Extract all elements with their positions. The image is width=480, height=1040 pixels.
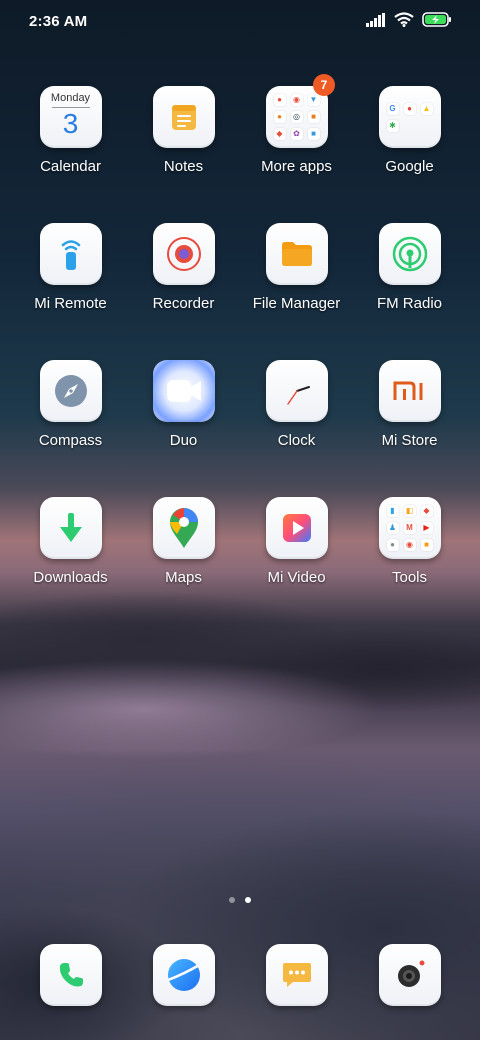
mini-app-icon: ■ [420, 539, 433, 551]
app-label: Mi Store [381, 432, 438, 449]
status-icons [366, 12, 452, 27]
empty-slot [421, 120, 433, 132]
dock-phone[interactable] [14, 944, 127, 1006]
video-play-icon [265, 497, 328, 559]
notes-icon [152, 86, 215, 148]
app-calendar[interactable]: Monday 3 Calendar [14, 86, 127, 175]
compass-icon [39, 360, 102, 422]
mini-app-icon: ■ [307, 128, 320, 140]
folder-file-icon [265, 223, 328, 285]
app-file-manager[interactable]: File Manager [240, 223, 353, 312]
folder-icon: ▮ ◧ ◆ ♟ M ▶ ● ◉ ■ [378, 497, 441, 559]
app-mi-store[interactable]: Mi Store [353, 360, 466, 449]
mini-app-icon: ◎ [290, 111, 303, 123]
wifi-icon [394, 12, 414, 27]
mini-app-icon: ✿ [290, 128, 303, 140]
dock-browser[interactable] [127, 944, 240, 1006]
camera-icon [378, 944, 441, 1006]
app-maps[interactable]: Maps [127, 497, 240, 586]
mini-app-icon: ▮ [386, 505, 399, 517]
app-label: Recorder [152, 295, 215, 312]
app-folder-more-apps[interactable]: 7 ● ◉ ▼ ● ◎ ■ ◆ ✿ ■ More apps [240, 74, 353, 175]
mini-app-icon: ▼ [307, 94, 320, 106]
app-folder-tools[interactable]: ▮ ◧ ◆ ♟ M ▶ ● ◉ ■ Tools [353, 497, 466, 586]
app-label: Mi Remote [34, 295, 107, 312]
app-label: Calendar [40, 158, 101, 175]
app-label: More apps [261, 158, 332, 175]
radio-icon [378, 223, 441, 285]
mini-app-icon: ◉ [290, 94, 303, 106]
app-fm-radio[interactable]: FM Radio [353, 223, 466, 312]
notification-badge: 7 [313, 74, 335, 96]
recorder-icon [152, 223, 215, 285]
maps-pin-icon [152, 497, 215, 559]
app-label: Compass [38, 432, 103, 449]
app-duo[interactable]: Duo [127, 360, 240, 449]
messages-icon [265, 944, 328, 1006]
app-label: Clock [277, 432, 316, 449]
signal-icon [366, 12, 385, 27]
remote-icon [39, 223, 102, 285]
app-label: Maps [165, 569, 202, 586]
status-time: 2:36 AM [29, 13, 88, 30]
google-g-icon: G [386, 102, 399, 115]
app-recorder[interactable]: Recorder [127, 223, 240, 312]
app-label: Notes [163, 158, 204, 175]
app-label: Duo [169, 432, 198, 449]
mini-app-icon: ◆ [420, 505, 433, 517]
download-arrow-icon [39, 497, 102, 559]
dock-camera[interactable] [353, 944, 466, 1006]
folder-icon: ● ◉ ▼ ● ◎ ■ ◆ ✿ ■ [265, 86, 328, 148]
empty-slot [404, 120, 416, 132]
mi-logo-icon [378, 360, 441, 422]
app-mi-video[interactable]: Mi Video [240, 497, 353, 586]
calendar-date: 3 [62, 108, 79, 139]
app-downloads[interactable]: Downloads [14, 497, 127, 586]
mini-app-icon: ● [273, 111, 286, 123]
calendar-icon: Monday 3 [39, 86, 102, 148]
page-indicator [0, 897, 480, 903]
app-label: File Manager [252, 295, 341, 312]
dock-messages[interactable] [240, 944, 353, 1006]
mini-app-icon: ● [403, 102, 416, 115]
youtube-icon: ▶ [420, 522, 433, 534]
mini-app-icon: ♟ [386, 522, 399, 534]
status-bar: 2:36 AM [0, 0, 480, 44]
drive-icon: ▲ [420, 102, 433, 115]
app-label: Tools [391, 569, 428, 586]
app-mi-remote[interactable]: Mi Remote [14, 223, 127, 312]
app-label: Downloads [33, 569, 108, 586]
app-label: Google [385, 158, 434, 175]
mini-app-icon: ◆ [273, 128, 286, 140]
phone-icon [39, 944, 102, 1006]
mini-app-icon: ● [273, 94, 286, 106]
mini-app-icon: ◧ [403, 505, 416, 517]
app-clock[interactable]: Clock [240, 360, 353, 449]
clock-icon [265, 360, 328, 422]
mini-app-icon: ● [386, 539, 399, 551]
chrome-icon: ◉ [403, 539, 416, 551]
photos-icon: ✱ [386, 119, 399, 132]
app-folder-google[interactable]: G ● ▲ ✱ Google [353, 86, 466, 175]
app-compass[interactable]: Compass [14, 360, 127, 449]
app-label: Mi Video [267, 569, 326, 586]
duo-icon [152, 360, 215, 422]
page-dot[interactable] [229, 897, 235, 903]
folder-icon: G ● ▲ ✱ [378, 86, 441, 148]
gmail-icon: M [403, 522, 416, 534]
page-dot-active[interactable] [245, 897, 251, 903]
mini-app-icon: ■ [307, 111, 320, 123]
calendar-weekday: Monday [50, 92, 91, 104]
app-notes[interactable]: Notes [127, 86, 240, 175]
battery-charging-icon [422, 12, 451, 27]
app-label: FM Radio [376, 295, 443, 312]
browser-icon [152, 944, 215, 1006]
